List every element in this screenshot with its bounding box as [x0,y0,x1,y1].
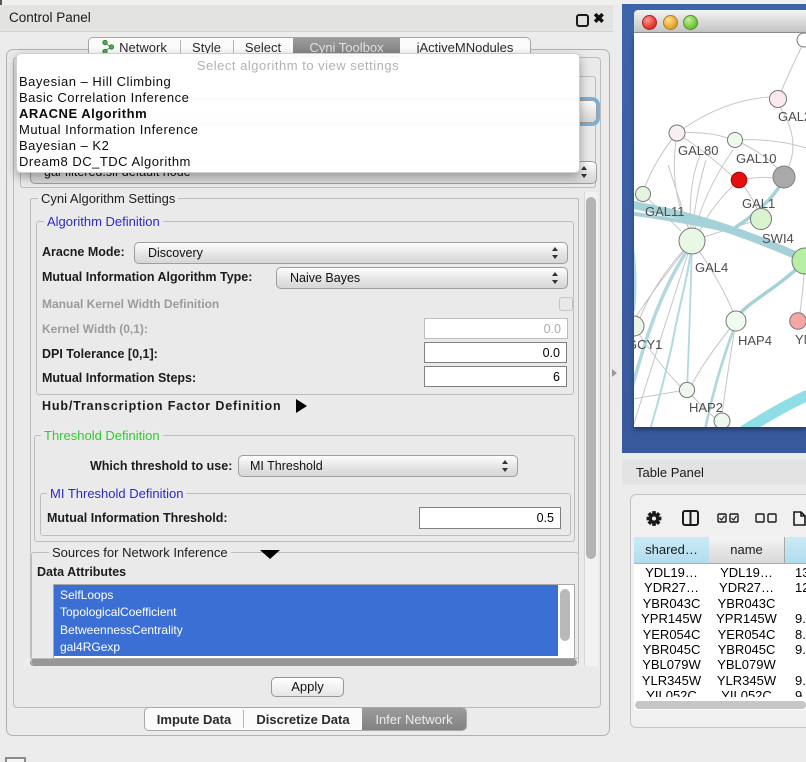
svg-text:GAL10: GAL10 [736,151,776,166]
svg-text:GAL11: GAL11 [645,204,685,219]
svg-text:HAP2: HAP2 [689,400,723,415]
svg-text:YMR: YMR [795,332,806,347]
svg-text:GAL1: GAL1 [742,196,775,211]
svg-text:GAL4: GAL4 [695,260,728,275]
svg-text:GAL80: GAL80 [678,143,718,158]
svg-text:GAL2: GAL2 [778,109,806,124]
svg-text:HAP4: HAP4 [738,333,772,348]
svg-text:SWI4: SWI4 [762,231,794,246]
svg-text:GCY1: GCY1 [634,337,662,352]
